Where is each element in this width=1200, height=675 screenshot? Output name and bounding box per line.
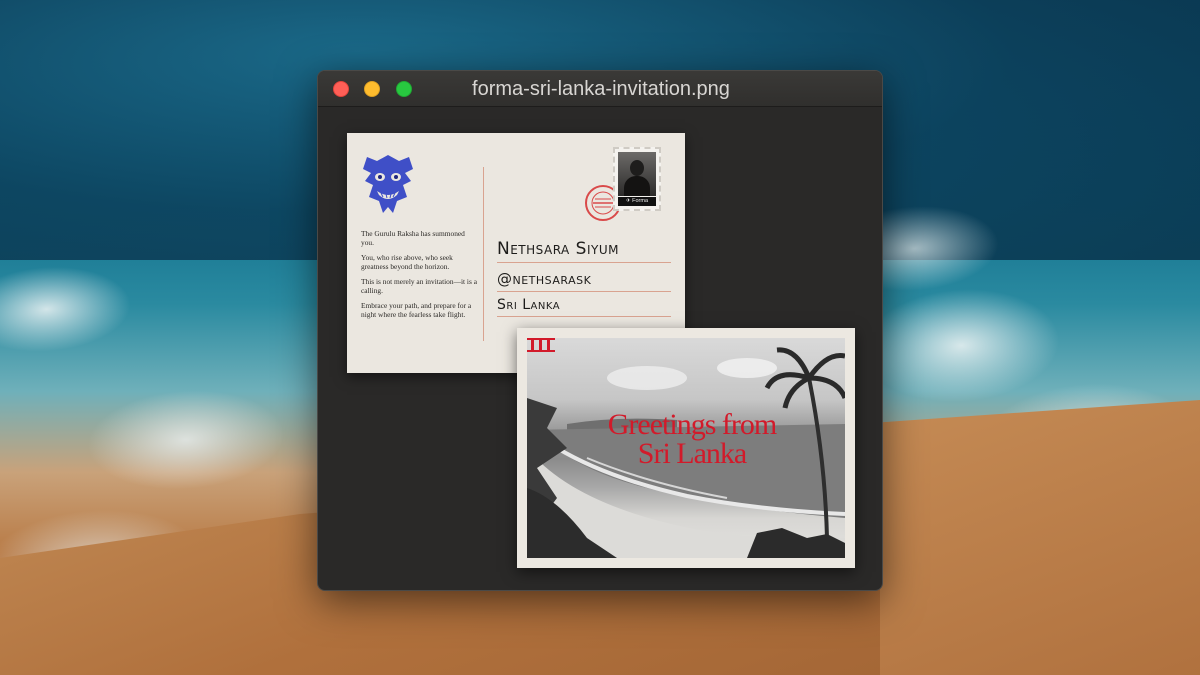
headline-line1: Greetings from (607, 408, 777, 441)
portrait-head (630, 160, 644, 176)
recipient-name: Nethsara Siyum (497, 239, 671, 263)
postcard-headline: Greetings from Sri Lanka (587, 408, 797, 470)
postcard-divider (483, 167, 484, 341)
window-titlebar[interactable]: forma-sri-lanka-invitation.png (318, 71, 882, 107)
portrait-body (624, 176, 650, 196)
stamp-portrait (618, 152, 656, 196)
window-title: forma-sri-lanka-invitation.png (472, 78, 730, 100)
message-line: This is not merely an invitation—it is a… (361, 277, 477, 295)
postage-stamp: ✈ Forma (613, 147, 661, 211)
sand-beach-right (880, 400, 1200, 675)
postcard-front: Greetings from Sri Lanka (517, 328, 855, 568)
headline-line2: Sri Lanka (637, 437, 747, 470)
postcard-message: The Gurulu Raksha has summoned you. You,… (361, 229, 479, 325)
raksha-mask-icon (363, 155, 413, 213)
recipient-country: Sri Lanka (497, 297, 671, 317)
message-line: Embrace your path, and prepare for a nig… (361, 301, 472, 319)
beach-photo: Greetings from Sri Lanka (527, 338, 845, 558)
pillar-logo-icon (527, 338, 555, 352)
message-line: You, who rise above, who seek greatness … (361, 253, 453, 271)
image-viewer-window[interactable]: forma-sri-lanka-invitation.png The Gurul… (317, 70, 883, 591)
stamp-label: ✈ Forma (618, 197, 656, 206)
recipient-handle: @nethsarask (497, 270, 671, 292)
message-line: The Gurulu Raksha has summoned you. (361, 229, 465, 247)
